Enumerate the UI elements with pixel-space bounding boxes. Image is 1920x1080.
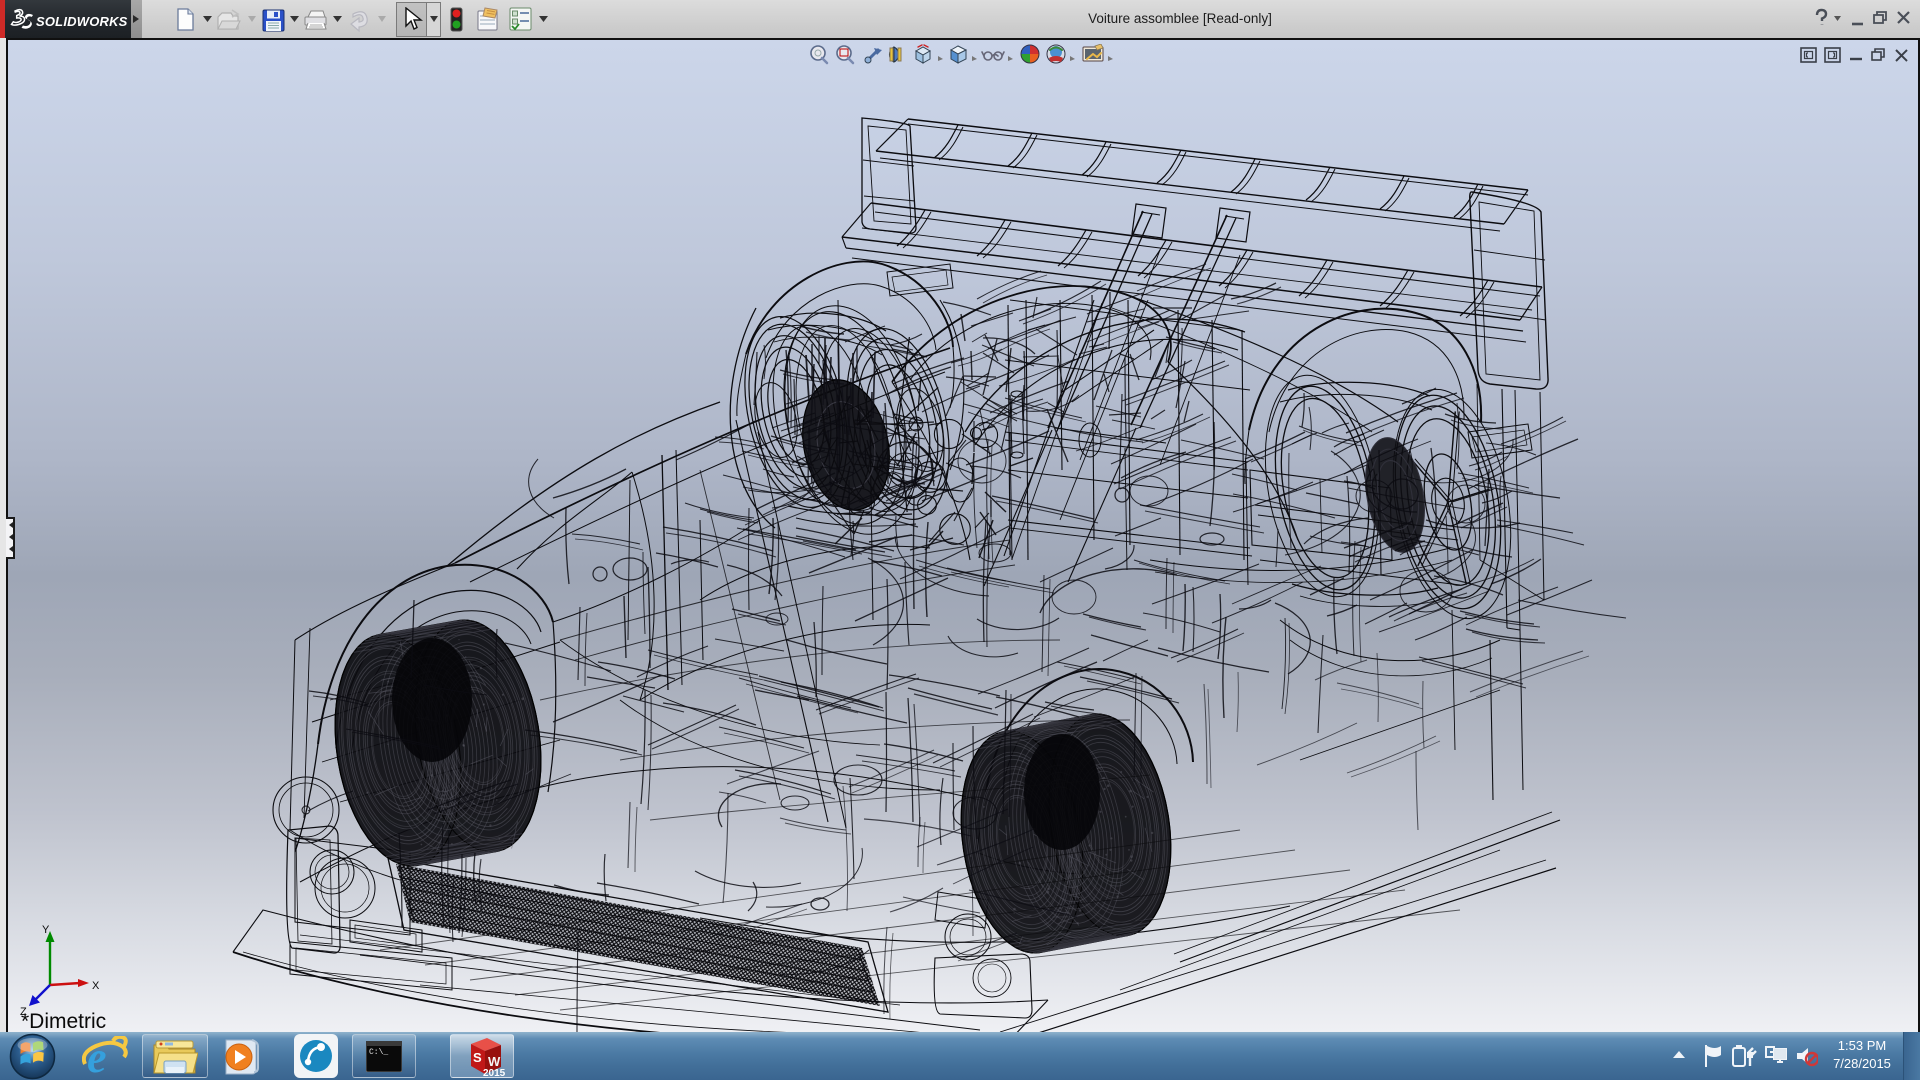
svg-text:W: W <box>488 1054 501 1069</box>
svg-text:S: S <box>473 1050 482 1065</box>
svg-text:C:\_: C:\_ <box>369 1048 388 1057</box>
svg-text:Y: Y <box>42 925 50 936</box>
svg-text:2015: 2015 <box>483 1068 505 1078</box>
svg-text:X: X <box>92 980 100 992</box>
